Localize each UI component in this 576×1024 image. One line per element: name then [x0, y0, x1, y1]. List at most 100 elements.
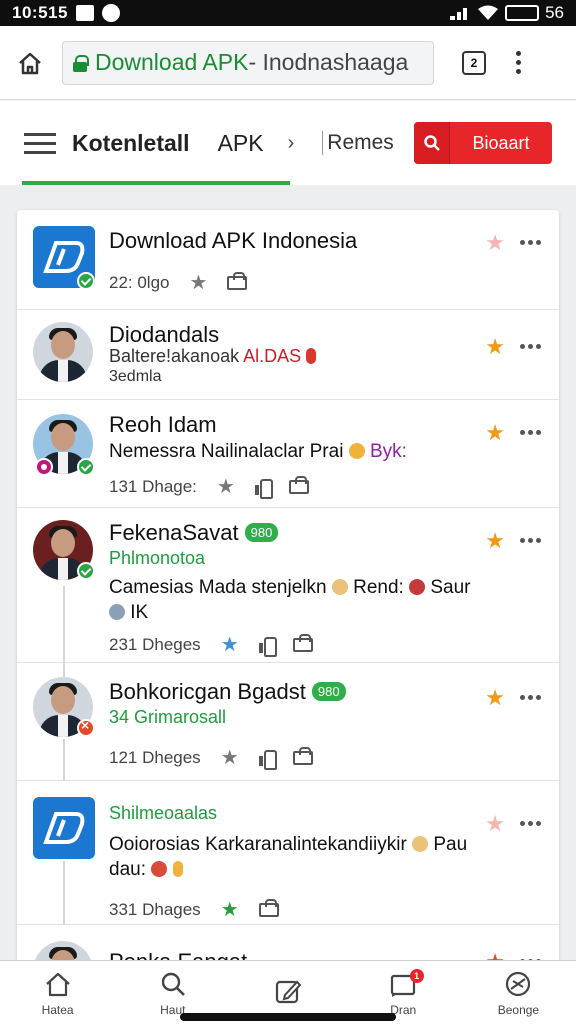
verified-badge-icon	[77, 272, 95, 290]
signal-icon	[450, 8, 468, 20]
item-content-line2: IK	[130, 601, 149, 623]
star-icon[interactable]: ★	[221, 897, 239, 922]
nav-remes[interactable]: Remes	[322, 131, 394, 155]
star-icon[interactable]: ★	[190, 270, 208, 295]
item-meta: 331 Dhages ★	[109, 897, 279, 922]
bottom-nav-settings[interactable]: Beonge	[461, 961, 576, 1024]
list-item[interactable]: Diodandals Baltere!akanoak Al.DAS 3edmla…	[17, 310, 559, 400]
item-content-tag: Byk:	[369, 441, 407, 462]
item-content-text: Camesias Mada stenjelkn	[109, 577, 327, 598]
home-icon	[45, 972, 70, 996]
emoji-icon	[348, 443, 365, 459]
list-item[interactable]: Download APK Indonesia 22: 0lgo ★ ★	[17, 210, 559, 310]
thread-line	[63, 739, 65, 781]
emoji-icon	[412, 836, 429, 852]
item-tag: 980	[244, 523, 279, 542]
list-item[interactable]: Shilmeoaalas Ooiorosias Karkaranalinteka…	[17, 781, 559, 925]
item-title: Reoh Idam	[109, 412, 217, 437]
notification-badge: 1	[409, 969, 424, 983]
url-site: Download APK	[95, 49, 249, 75]
item-meta: 22: 0lgo ★	[109, 270, 248, 295]
emoji-icon	[331, 579, 348, 595]
meta-count: 231 Dheges	[109, 634, 201, 654]
item-subtitle: 34 Grimarosall	[109, 707, 227, 727]
address-bar[interactable]: Download APK - Inodnashaaga	[62, 40, 434, 85]
meta-count: 121 Dheges	[109, 747, 201, 767]
favorite-star-icon[interactable]: ★	[485, 811, 505, 837]
thread-line	[63, 861, 65, 925]
list-item[interactable]: Reoh Idam Nemessra Nailinalaclar Prai By…	[17, 400, 559, 508]
bottom-nav-label: Hatea	[41, 1002, 74, 1017]
star-icon[interactable]: ★	[221, 745, 239, 770]
site-title[interactable]: Kotenletall	[72, 130, 190, 157]
item-title-text: FekenaSavat	[109, 520, 239, 545]
status-time: 10:515	[12, 3, 68, 22]
star-icon[interactable]: ★	[217, 474, 235, 499]
battery-level: 56	[545, 3, 564, 22]
more-options-icon[interactable]	[520, 344, 541, 349]
favorite-star-icon[interactable]: ★	[485, 528, 505, 554]
item-content-line2: dau:	[109, 858, 146, 880]
like-icon[interactable]	[258, 749, 277, 770]
bottom-nav-home[interactable]: Hatea	[0, 961, 115, 1024]
bottom-nav-label: Beonge	[497, 1002, 540, 1017]
more-options-icon[interactable]	[520, 821, 541, 826]
lock-icon	[73, 54, 89, 72]
item-content-end: Pau	[433, 834, 468, 855]
site-nav: Kotenletall APK › Remes Bioaart	[0, 101, 576, 185]
status-badge-icon	[35, 458, 53, 476]
item-meta: 121 Dheges ★	[109, 745, 313, 770]
item-meta: 131 Dhage: ★	[109, 474, 309, 499]
home-icon[interactable]	[16, 49, 44, 77]
share-icon[interactable]	[292, 746, 313, 765]
status-bar: 10:515 56	[0, 0, 576, 26]
more-options-icon[interactable]	[520, 430, 541, 435]
share-icon[interactable]	[288, 475, 309, 494]
search-icon	[414, 122, 450, 164]
meta-count: 22: 0lgo	[109, 272, 170, 292]
item-meta: 231 Dheges ★	[109, 632, 313, 657]
star-icon[interactable]: ★	[221, 632, 239, 657]
active-tab-indicator	[22, 181, 290, 185]
battery-icon	[505, 5, 540, 21]
verified-badge-icon	[77, 458, 95, 476]
share-icon[interactable]	[258, 898, 279, 917]
nav-apk[interactable]: APK	[218, 130, 264, 157]
list-item[interactable]: FekenaSavat 980 Phlmonotoa Camesias Mada …	[17, 508, 559, 663]
browser-toolbar: Download APK - Inodnashaaga 2	[0, 26, 576, 100]
favorite-star-icon[interactable]: ★	[485, 685, 505, 711]
menu-icon[interactable]	[516, 51, 521, 74]
like-icon[interactable]	[254, 478, 273, 499]
item-title: Diodandals	[109, 322, 220, 347]
favorite-star-icon[interactable]: ★	[485, 420, 505, 446]
item-subtitle: Baltere!akanoak Al.DAS	[109, 346, 317, 367]
notification-icon	[75, 5, 94, 21]
emoji-icon	[306, 348, 317, 364]
avatar	[33, 322, 93, 382]
favorite-star-icon[interactable]: ★	[485, 230, 505, 256]
item-title: Bohkoricgan Bgadst 980	[109, 679, 346, 705]
more-options-icon[interactable]	[520, 695, 541, 700]
share-icon[interactable]	[292, 633, 313, 652]
item-content: Ooiorosias Karkaranalintekandiiykir Pau …	[109, 833, 509, 882]
more-options-icon[interactable]	[520, 538, 541, 543]
more-options-icon[interactable]	[520, 240, 541, 245]
download-button-label: Bioaart	[472, 132, 530, 153]
app-logo-icon	[33, 797, 95, 859]
edit-icon	[275, 980, 302, 1003]
tab-switcher-button[interactable]: 2	[462, 50, 486, 75]
item-subtitle: Phlmonotoa	[109, 548, 206, 568]
download-button[interactable]: Bioaart	[414, 122, 552, 164]
home-indicator[interactable]	[180, 1013, 396, 1021]
item-subtitle: Shilmeoaalas	[109, 803, 218, 823]
item-title: Download APK Indonesia	[109, 228, 358, 253]
share-icon[interactable]	[227, 271, 248, 290]
item-content-text: Nemessra Nailinalaclar Prai	[109, 441, 344, 462]
item-title-text: Bohkoricgan Bgadst	[109, 679, 306, 704]
search-icon	[161, 972, 185, 996]
item-content-text: Ooiorosias Karkaranalintekandiiykir	[109, 834, 407, 855]
list-item[interactable]: Bohkoricgan Bgadst 980 34 Grimarosall 121…	[17, 663, 559, 781]
hamburger-menu-icon[interactable]	[24, 132, 56, 154]
favorite-star-icon[interactable]: ★	[485, 334, 505, 360]
like-icon[interactable]	[258, 636, 277, 657]
